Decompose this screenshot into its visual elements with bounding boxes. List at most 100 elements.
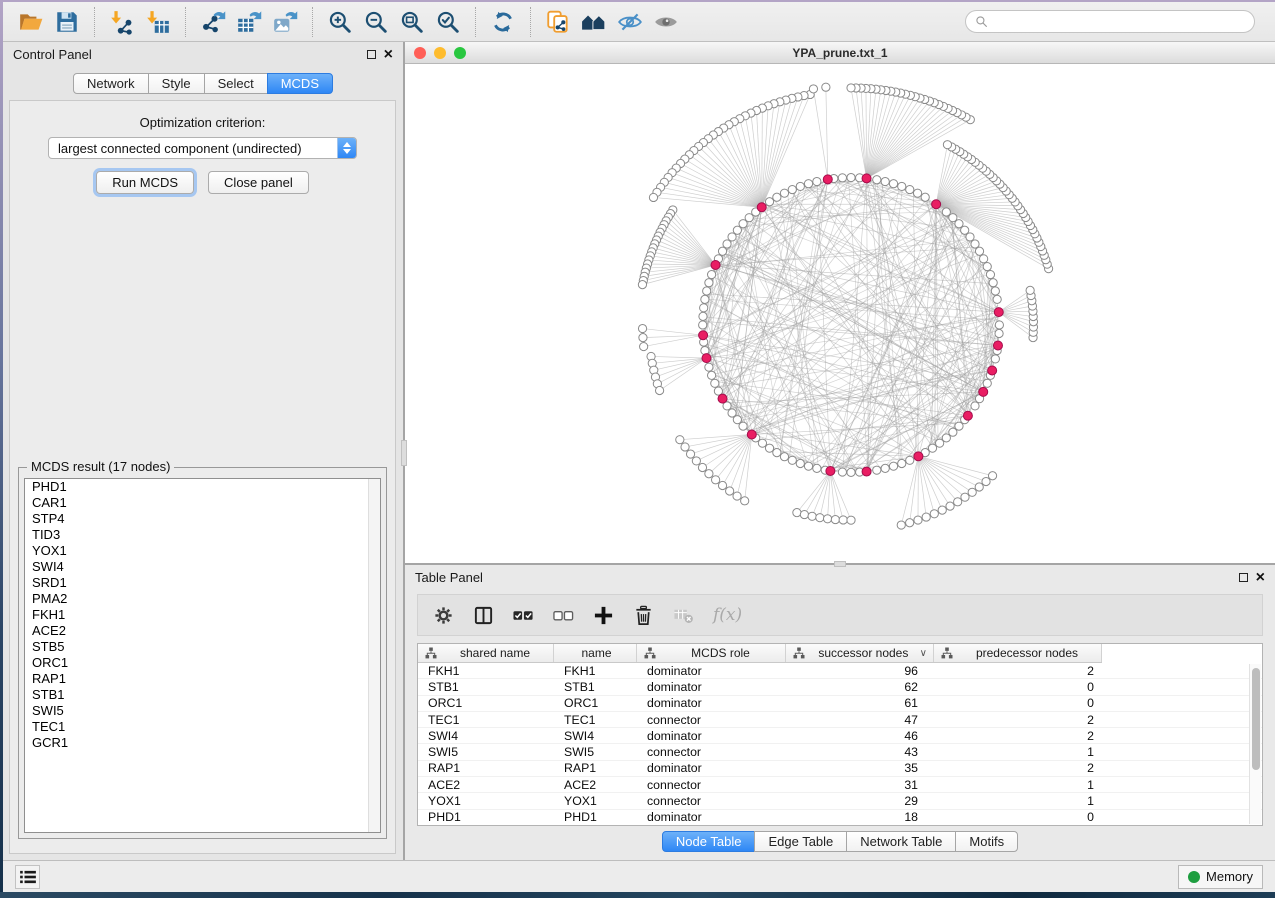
network-node[interactable] <box>921 193 929 201</box>
mcds-result-item[interactable]: TEC1 <box>25 719 380 735</box>
network-node[interactable] <box>796 459 804 467</box>
network-mcds-hub-node[interactable] <box>823 175 832 184</box>
mcds-result-item[interactable]: PMA2 <box>25 591 380 607</box>
mcds-result-item[interactable]: GCR1 <box>25 735 380 751</box>
column-header-name[interactable]: name <box>554 644 637 662</box>
table-scrollbar[interactable] <box>1249 664 1261 824</box>
network-node[interactable] <box>971 240 979 248</box>
network-node[interactable] <box>701 295 709 303</box>
export-network-button[interactable] <box>195 6 231 38</box>
network-node[interactable] <box>955 422 963 430</box>
network-node[interactable] <box>773 449 781 457</box>
network-node[interactable] <box>889 180 897 188</box>
network-leaf-node[interactable] <box>906 519 914 527</box>
mcds-result-item[interactable]: ACE2 <box>25 623 380 639</box>
cell-mcds-role[interactable]: connector <box>637 778 786 792</box>
network-node[interactable] <box>758 439 766 447</box>
import-table-button[interactable] <box>140 6 176 38</box>
network-mcds-hub-node[interactable] <box>826 466 835 475</box>
network-node[interactable] <box>881 177 889 185</box>
network-leaf-node[interactable] <box>712 476 720 484</box>
network-leaf-node[interactable] <box>793 509 801 517</box>
table-scrollbar-thumb[interactable] <box>1252 668 1260 770</box>
mcds-result-item[interactable]: SWI4 <box>25 559 380 575</box>
mcds-result-item[interactable]: YOX1 <box>25 543 380 559</box>
network-leaf-node[interactable] <box>988 472 996 480</box>
network-leaf-node[interactable] <box>946 502 954 510</box>
cell-shared-name[interactable]: RAP1 <box>418 761 554 775</box>
first-neighbors-button[interactable] <box>576 6 612 38</box>
network-node[interactable] <box>942 434 950 442</box>
column-header-predecessor-nodes[interactable]: predecessor nodes <box>934 644 1102 662</box>
network-mcds-hub-node[interactable] <box>862 174 871 183</box>
mcds-result-item[interactable]: SWI5 <box>25 703 380 719</box>
search-field[interactable] <box>965 10 1255 33</box>
network-node[interactable] <box>889 462 897 470</box>
network-node[interactable] <box>707 270 715 278</box>
create-column-button[interactable] <box>593 605 614 626</box>
network-node[interactable] <box>739 220 747 228</box>
network-node[interactable] <box>700 304 708 312</box>
network-node[interactable] <box>906 456 914 464</box>
mcds-result-item[interactable]: SRD1 <box>25 575 380 591</box>
network-node[interactable] <box>728 233 736 241</box>
network-mcds-hub-node[interactable] <box>914 452 923 461</box>
network-node[interactable] <box>980 255 988 263</box>
mcds-result-item[interactable]: STB5 <box>25 639 380 655</box>
tab-network[interactable]: Network <box>73 73 149 94</box>
network-node[interactable] <box>780 453 788 461</box>
network-node[interactable] <box>705 279 713 287</box>
close-traffic-light[interactable] <box>414 47 426 59</box>
network-node[interactable] <box>991 355 999 363</box>
table-row[interactable]: ORC1ORC1dominator610 <box>418 696 1262 712</box>
cell-shared-name[interactable]: SWI5 <box>418 745 554 759</box>
table-row[interactable]: PHD1PHD1dominator180 <box>418 810 1262 826</box>
network-node[interactable] <box>796 182 804 190</box>
mcds-result-item[interactable]: FKH1 <box>25 607 380 623</box>
cell-mcds-role[interactable]: dominator <box>637 729 786 743</box>
network-mcds-hub-node[interactable] <box>862 467 871 476</box>
cell-name[interactable]: STB1 <box>554 680 637 694</box>
cell-shared-name[interactable]: SWI4 <box>418 729 554 743</box>
table-settings-button[interactable] <box>433 605 454 626</box>
cell-name[interactable]: SWI4 <box>554 729 637 743</box>
network-leaf-node[interactable] <box>930 510 938 518</box>
network-node[interactable] <box>949 214 957 222</box>
network-mcds-hub-node[interactable] <box>699 331 708 340</box>
cell-successor-nodes[interactable]: 96 <box>786 664 934 678</box>
network-leaf-node[interactable] <box>640 342 648 350</box>
cell-successor-nodes[interactable]: 31 <box>786 778 934 792</box>
network-node[interactable] <box>873 176 881 184</box>
network-leaf-node[interactable] <box>726 487 734 495</box>
show-all-button[interactable] <box>648 6 684 38</box>
network-node[interactable] <box>699 321 707 329</box>
cell-shared-name[interactable]: ACE2 <box>418 778 554 792</box>
cell-predecessor-nodes[interactable]: 2 <box>934 664 1102 678</box>
cell-mcds-role[interactable]: connector <box>637 745 786 759</box>
network-node[interactable] <box>788 456 796 464</box>
close-panel-icon[interactable]: × <box>1256 573 1265 582</box>
mcds-result-item[interactable]: STP4 <box>25 511 380 527</box>
network-node[interactable] <box>703 287 711 295</box>
network-leaf-node[interactable] <box>914 516 922 524</box>
network-leaf-node[interactable] <box>741 497 749 505</box>
network-node[interactable] <box>699 312 707 320</box>
network-node[interactable] <box>898 459 906 467</box>
mcds-result-item[interactable]: CAR1 <box>25 495 380 511</box>
table-row[interactable]: TEC1TEC1connector472 <box>418 712 1262 728</box>
minimize-traffic-light[interactable] <box>434 47 446 59</box>
network-node[interactable] <box>983 379 991 387</box>
network-titlebar[interactable]: YPA_prune.txt_1 <box>405 42 1275 64</box>
show-columns-button[interactable] <box>473 605 494 626</box>
table-row[interactable]: YOX1YOX1connector291 <box>418 793 1262 809</box>
cell-successor-nodes[interactable]: 62 <box>786 680 934 694</box>
network-leaf-node[interactable] <box>649 193 657 201</box>
cell-name[interactable]: TEC1 <box>554 713 637 727</box>
tab-network-table[interactable]: Network Table <box>846 831 956 852</box>
import-network-button[interactable] <box>104 6 140 38</box>
network-node[interactable] <box>707 371 715 379</box>
network-node[interactable] <box>718 247 726 255</box>
network-leaf-node[interactable] <box>809 85 817 93</box>
network-leaf-node[interactable] <box>655 386 663 394</box>
zoom-fit-button[interactable] <box>394 6 430 38</box>
